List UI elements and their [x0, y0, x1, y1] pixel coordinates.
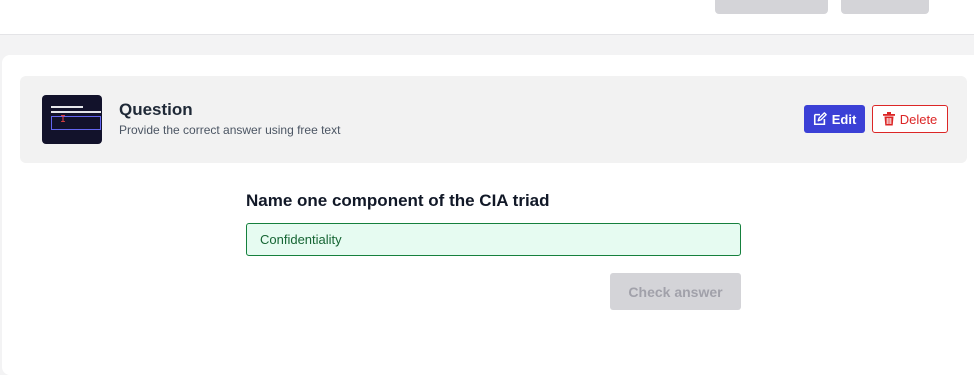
answer-input[interactable] — [246, 223, 741, 256]
question-type-subtitle: Provide the correct answer using free te… — [119, 123, 341, 137]
free-text-question-icon: I — [42, 95, 102, 144]
top-bar-button-primary[interactable] — [715, 0, 828, 14]
edit-icon — [813, 112, 827, 126]
question-type-title: Question — [119, 100, 193, 119]
delete-button[interactable]: Delete — [872, 105, 948, 133]
edit-button-label: Edit — [831, 111, 857, 127]
top-bar-button-secondary[interactable] — [841, 0, 929, 14]
delete-button-label: Delete — [899, 111, 938, 127]
trash-icon — [882, 112, 895, 126]
edit-button[interactable]: Edit — [804, 105, 865, 133]
question-prompt: Name one component of the CIA triad — [246, 191, 550, 210]
top-bar — [0, 0, 974, 35]
check-answer-button[interactable]: Check answer — [610, 273, 741, 310]
